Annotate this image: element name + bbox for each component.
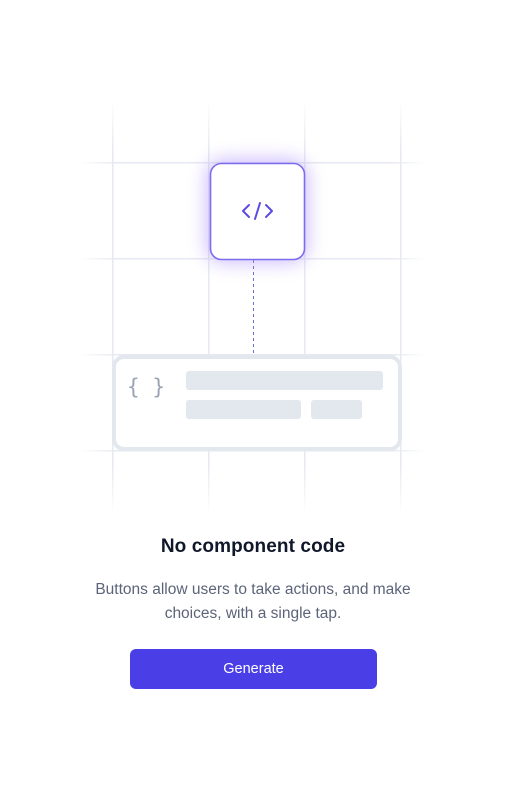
empty-state-description: Buttons allow users to take actions, and… — [95, 581, 411, 622]
empty-state-title: No component code — [160, 536, 346, 557]
braces-icon: { } — [127, 375, 165, 399]
skeleton-line-3 — [311, 400, 362, 419]
empty-state-page: { } No component code Buttons allow user… — [0, 0, 506, 807]
empty-state-illustration: { } — [0, 0, 506, 520]
generate-button[interactable]: Generate — [130, 649, 377, 689]
code-card — [206, 159, 308, 263]
skeleton-line-2 — [186, 400, 301, 419]
skeleton-line-1 — [186, 371, 383, 390]
skeleton-card: { } — [112, 355, 402, 451]
